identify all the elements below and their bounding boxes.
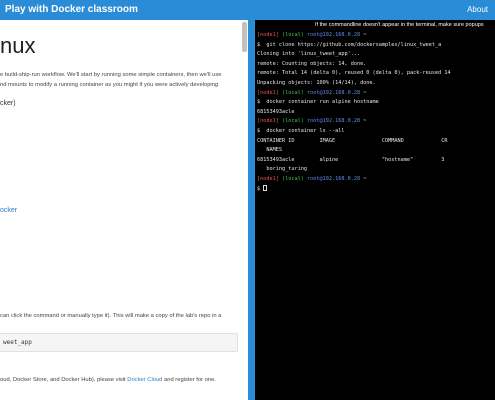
terminal-prompt-line: [node1] (local) root@192.168.0.28 ~: [257, 89, 451, 99]
node-label: [node1]: [257, 32, 279, 38]
path-label: ~: [363, 175, 367, 182]
terminal-table-row: boring_turing: [257, 166, 307, 173]
terminal-prompt-line: [node1] (local) root@192.168.0.28 ~: [257, 31, 451, 41]
node-label: [node1]: [257, 175, 279, 182]
local-label: (local): [282, 175, 304, 182]
node-label: [node1]: [257, 89, 279, 96]
host-label: root@192.168.0.28: [307, 32, 361, 38]
lesson-text: cker): [0, 100, 16, 107]
terminal-output-line: Unpacking objects: 100% (14/14), done.: [257, 79, 376, 86]
docker-link[interactable]: ocker: [0, 207, 17, 214]
path-label: ~: [363, 89, 367, 96]
lesson-panel: nux e build-ship-run workflow. We'll sta…: [0, 20, 248, 400]
terminal-output-line: remote: Counting objects: 14, done.: [257, 60, 367, 67]
cursor-icon: [263, 185, 268, 191]
docker-cloud-link[interactable]: Docker Cloud: [127, 377, 162, 383]
code-block[interactable]: weet_app: [0, 333, 238, 352]
local-label: (local): [282, 118, 304, 125]
terminal-command: $ docker container ls --all: [257, 127, 345, 134]
node-label: [node1]: [257, 118, 279, 125]
terminal-output-line: 68153493acle: [257, 108, 295, 115]
terminal-prompt-line: [node1] (local) root@192.168.0.28 ~: [257, 175, 451, 185]
terminal-output-line: Cloning into 'linux_tweet_app'...: [257, 51, 361, 58]
terminal-panel[interactable]: If the commandline doesn't appear in the…: [255, 20, 495, 400]
cloud-text-post: and register for one.: [162, 377, 216, 383]
path-label: ~: [363, 32, 367, 38]
terminal-command: $ git clone https://github.com/dockersam…: [257, 41, 442, 48]
intro-line: e build-ship-run workflow. We'll start b…: [0, 72, 222, 78]
app-title[interactable]: Play with Docker classroom: [5, 4, 138, 15]
local-label: (local): [282, 89, 304, 96]
host-label: root@192.168.0.28: [307, 175, 361, 182]
lesson-intro: e build-ship-run workflow. We'll start b…: [0, 71, 240, 90]
panel-divider[interactable]: [248, 20, 255, 400]
lesson-instruction: can click the command or manually type i…: [0, 313, 222, 319]
terminal-prompt-line: [node1] (local) root@192.168.0.28 ~: [257, 117, 451, 127]
lesson-cloud-text: oud, Docker Store, and Docker Hub), plea…: [0, 377, 216, 383]
terminal-input-line[interactable]: $: [257, 185, 451, 195]
lesson-scrollbar[interactable]: [242, 22, 247, 52]
cloud-text-pre: oud, Docker Store, and Docker Hub), plea…: [0, 377, 128, 383]
terminal-table-row: 68153493acle alpine "hostname" 3: [257, 156, 445, 163]
host-label: root@192.168.0.28: [307, 89, 361, 96]
host-label: root@192.168.0.28: [307, 118, 361, 125]
code-text[interactable]: weet_app: [3, 339, 32, 346]
terminal-output-line: remote: Total 14 (delta 0), reused 0 (de…: [257, 70, 451, 77]
about-link[interactable]: About: [467, 5, 488, 14]
path-label: ~: [363, 118, 367, 125]
terminal-table-header: CONTAINER ID IMAGE COMMAND CR: [257, 137, 448, 144]
terminal-table-header: NAMES: [257, 147, 282, 154]
lesson-heading: nux: [0, 33, 36, 58]
local-label: (local): [282, 32, 304, 38]
terminal-command: $ docker container run alpine hostname: [257, 99, 379, 106]
terminal-output: [node1] (local) root@192.168.0.28 ~ $ gi…: [257, 31, 451, 194]
top-bar: Play with Docker classroom About: [0, 0, 495, 20]
terminal-note: If the commandline doesn't appear in the…: [315, 22, 484, 28]
intro-line: nd mounts to modify a running container …: [0, 81, 219, 88]
